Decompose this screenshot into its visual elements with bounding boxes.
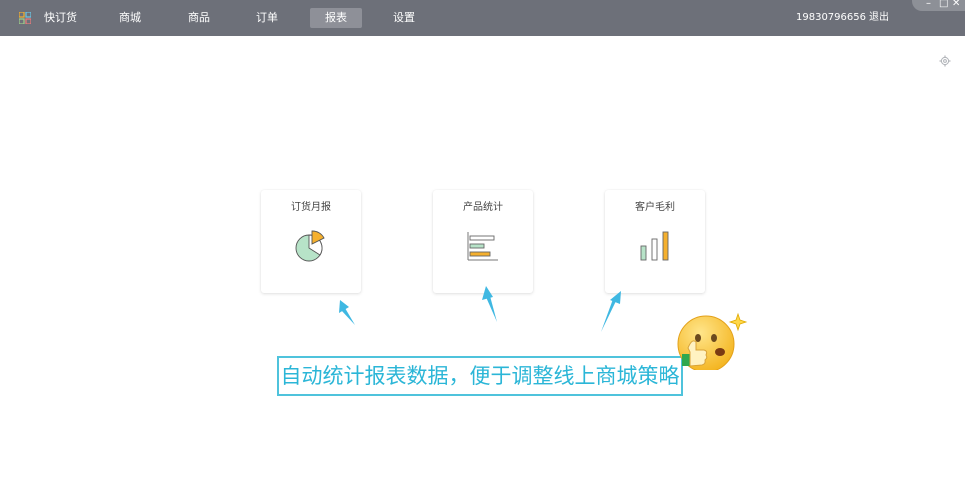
horizontal-bar-chart-icon [467, 232, 498, 261]
nav-item-mall[interactable]: 商城 [104, 8, 156, 28]
window-controls: – □ ✕ [912, 0, 965, 11]
nav-item-products[interactable]: 商品 [173, 8, 225, 28]
app-grid-icon [19, 12, 31, 24]
card-title: 客户毛利 [635, 202, 675, 213]
logout-link[interactable]: 退出 [869, 10, 889, 26]
card-title: 产品统计 [463, 202, 503, 213]
report-card-monthly-orders[interactable]: 订货月报 [261, 190, 361, 293]
top-navigation-bar: 快订货 商城 商品 订单 报表 设置 19830796656 退出 – □ ✕ [0, 0, 965, 36]
gear-icon[interactable] [939, 55, 951, 67]
maximize-icon[interactable]: □ [939, 0, 948, 11]
sparkle-icon [728, 312, 748, 332]
brand-name: 快订货 [44, 11, 77, 24]
close-icon[interactable]: ✕ [952, 0, 960, 11]
nav-item-orders[interactable]: 订单 [241, 8, 293, 28]
user-phone: 19830796656 [796, 12, 866, 23]
vertical-bar-chart-icon [640, 231, 669, 261]
thumbs-up-emoji-icon [677, 312, 748, 370]
nav-item-settings[interactable]: 设置 [378, 8, 430, 28]
minimize-icon[interactable]: – [926, 0, 931, 11]
report-card-customer-margin[interactable]: 客户毛利 [605, 190, 705, 293]
pie-chart-icon [295, 230, 325, 262]
nav-item-reports[interactable]: 报表 [310, 8, 362, 28]
card-title: 订货月报 [291, 202, 331, 213]
report-card-product-stats[interactable]: 产品统计 [433, 190, 533, 293]
feature-caption: 自动统计报表数据，便于调整线上商城策略 [277, 356, 683, 396]
